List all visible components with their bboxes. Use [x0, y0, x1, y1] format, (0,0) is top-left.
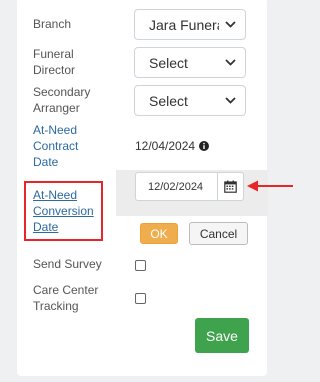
care-center-label-line-1: Care Center: [33, 283, 99, 297]
annotation-highlight-box: [24, 181, 103, 241]
contract-date-value: 12/04/2024: [135, 139, 210, 153]
funeral-director-select[interactable]: Select: [134, 47, 246, 78]
ok-button[interactable]: OK: [140, 223, 178, 244]
chevron-down-icon: [219, 97, 245, 104]
secondary-arranger-label-line-1: Secondary: [33, 85, 91, 99]
funeral-director-label: Funeral Director: [33, 46, 75, 78]
care-center-label-line-2: Tracking: [33, 299, 79, 313]
secondary-arranger-select[interactable]: Select: [134, 85, 246, 116]
conversion-date-input-value: 12/02/2024: [148, 180, 204, 193]
contract-date-label-line-2: Contract: [33, 139, 79, 153]
calendar-button[interactable]: [218, 172, 244, 201]
care-center-tracking-label: Care Center Tracking: [33, 282, 98, 314]
contract-date-label-line-1: At-Need: [33, 123, 78, 137]
funeral-director-label-line-2: Director: [33, 63, 76, 77]
care-center-tracking-checkbox[interactable]: [135, 293, 146, 304]
contract-date-label-line-3: Date: [33, 155, 59, 169]
branch-label: Branch: [33, 17, 72, 31]
funeral-director-label-line-1: Funeral: [33, 47, 74, 61]
funeral-director-select-value: Select: [149, 54, 188, 71]
info-circle-icon[interactable]: [199, 141, 210, 151]
contract-date-label: At-Need Contract Date: [33, 122, 78, 170]
secondary-arranger-select-value: Select: [149, 92, 188, 109]
send-survey-checkbox[interactable]: [135, 260, 146, 271]
secondary-arranger-label: Secondary Arranger: [33, 84, 90, 116]
secondary-arranger-label-line-2: Arranger: [33, 101, 80, 115]
send-survey-label: Send Survey: [33, 257, 102, 271]
branch-select-value: Jara Funera: [149, 16, 219, 33]
chevron-down-icon: [219, 21, 245, 28]
branch-select[interactable]: Jara Funera: [134, 9, 246, 40]
annotation-arrow-icon: [245, 178, 293, 199]
chevron-down-icon: [219, 59, 245, 66]
conversion-date-input[interactable]: 12/02/2024: [135, 172, 218, 201]
cancel-button[interactable]: Cancel: [189, 222, 248, 245]
contract-date-text: 12/04/2024: [135, 139, 196, 153]
save-button[interactable]: Save: [195, 318, 249, 353]
calendar-icon: [224, 180, 237, 193]
